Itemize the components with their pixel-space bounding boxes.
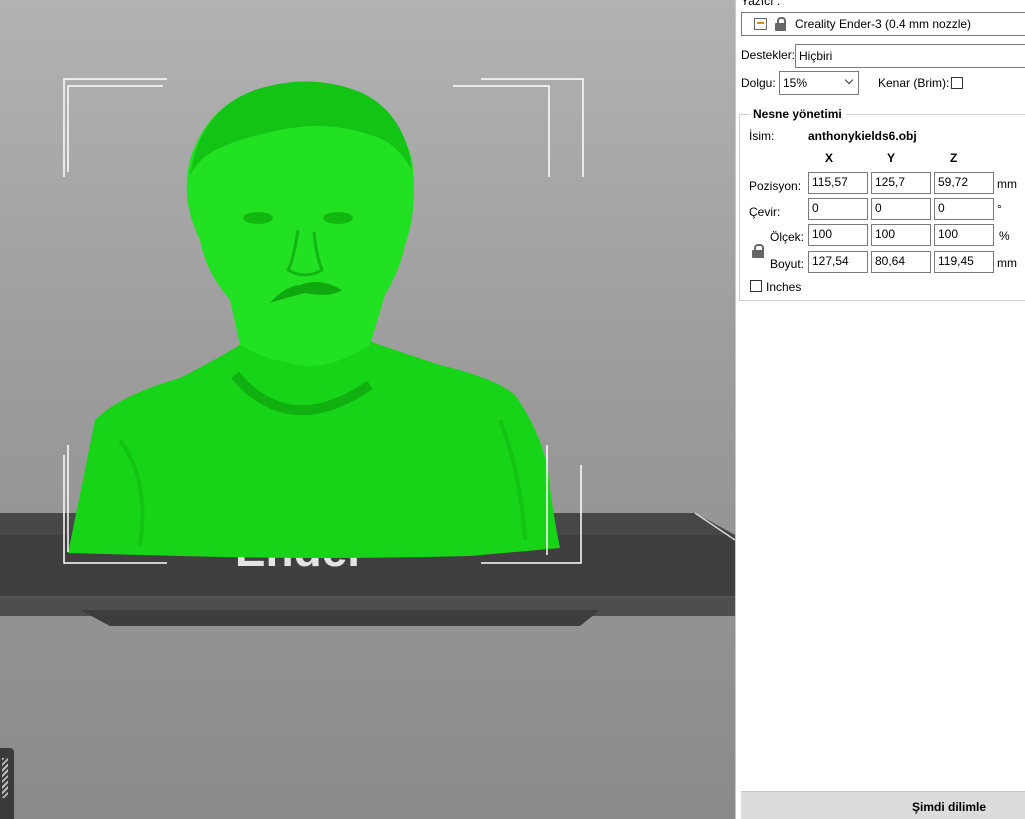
infill-value: 15% — [783, 76, 808, 90]
printer-name: Creality Ender-3 (0.4 mm nozzle) — [795, 17, 972, 31]
scale-label: Ölçek: — [770, 230, 805, 244]
inches-label: Inches — [766, 280, 802, 294]
supports-value: Hiçbiri — [799, 49, 833, 63]
scale-unit: % — [999, 229, 1010, 243]
scale-y-input[interactable]: 100 — [871, 224, 931, 246]
position-label: Pozisyon: — [749, 179, 802, 193]
scale-lock-icon[interactable] — [752, 244, 764, 258]
name-label: İsim: — [749, 129, 775, 143]
infill-dropdown[interactable]: 15% — [779, 71, 859, 95]
position-unit: mm — [997, 177, 1017, 191]
rotate-label: Çevir: — [749, 205, 781, 219]
rotate-y-input[interactable]: 0 — [871, 198, 931, 220]
size-z-input[interactable]: 119,45 — [934, 251, 994, 273]
brim-label: Kenar (Brim): — [878, 76, 950, 90]
position-y-input[interactable]: 125,7 — [871, 172, 931, 194]
printer-section-label: Yazıcı : — [741, 0, 781, 8]
supports-label: Destekler: — [741, 48, 796, 62]
inches-checkbox[interactable] — [750, 280, 762, 292]
settings-panel: Yazıcı : Creality Ender-3 (0.4 mm nozzle… — [735, 0, 1025, 819]
position-x-input[interactable]: 115,57 — [808, 172, 868, 194]
printer-selector[interactable]: Creality Ender-3 (0.4 mm nozzle) — [741, 12, 1025, 36]
3d-viewport[interactable]: Ender — [0, 0, 735, 819]
rotate-unit: ° — [997, 202, 1002, 216]
rotate-z-input[interactable]: 0 — [934, 198, 994, 220]
size-y-input[interactable]: 80,64 — [871, 251, 931, 273]
size-label: Boyut: — [770, 257, 805, 271]
brim-checkbox[interactable] — [951, 77, 963, 89]
supports-dropdown[interactable]: Hiçbiri — [795, 44, 1025, 68]
size-x-input[interactable]: 127,54 — [808, 251, 868, 273]
side-handle[interactable] — [0, 748, 14, 819]
lock-icon — [775, 17, 786, 31]
model-bust[interactable] — [68, 81, 560, 558]
scale-z-input[interactable]: 100 — [934, 224, 994, 246]
col-y-header: Y — [887, 151, 896, 165]
chevron-down-icon — [844, 75, 854, 85]
object-name: anthonykields6.obj — [808, 129, 917, 143]
col-x-header: X — [825, 151, 834, 165]
col-z-header: Z — [950, 151, 958, 165]
group-title: Nesne yönetimi — [749, 107, 846, 121]
scene: Ender — [0, 78, 735, 626]
slice-now-button[interactable]: Şimdi dilimle — [741, 791, 1025, 819]
scale-x-input[interactable]: 100 — [808, 224, 868, 246]
position-z-input[interactable]: 59,72 — [934, 172, 994, 194]
grip-icon — [2, 758, 8, 798]
size-unit: mm — [997, 256, 1017, 270]
rotate-x-input[interactable]: 0 — [808, 198, 868, 220]
printer-icon — [754, 18, 767, 30]
slice-now-label: Şimdi dilimle — [912, 800, 987, 814]
infill-label: Dolgu: — [741, 76, 776, 90]
